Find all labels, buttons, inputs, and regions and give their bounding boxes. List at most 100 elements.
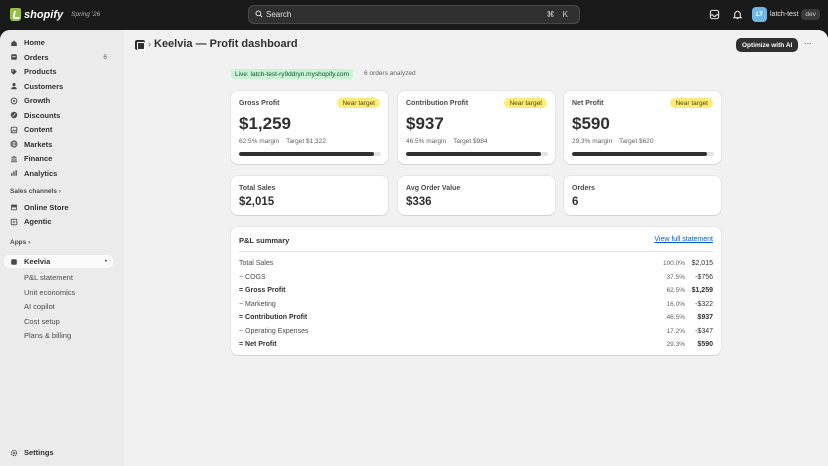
contribution-profit-card: Contribution Profit Near target $937 46.… — [398, 91, 555, 164]
view-full-statement-link[interactable]: View full statement — [654, 236, 713, 243]
pin-icon[interactable]: • — [105, 258, 107, 265]
metric-value: $1,259 — [239, 114, 291, 133]
sidebar-item-label: Markets — [24, 139, 53, 149]
sidebar-item-label: Products — [24, 67, 57, 76]
sidebar-item-finance[interactable]: Finance — [4, 152, 113, 165]
chevron-right-icon: › — [148, 39, 151, 49]
sidebar-item-settings[interactable]: Settings — [4, 446, 113, 459]
subnav-pl-statement[interactable]: P&L statement — [24, 273, 73, 282]
sidebar-item-growth[interactable]: Growth — [4, 94, 113, 107]
search-icon — [255, 10, 263, 18]
apps-heading[interactable]: Apps › — [10, 239, 30, 246]
sidebar-item-analytics[interactable]: Analytics — [4, 167, 113, 180]
subnav-plans-billing[interactable]: Plans & billing — [24, 331, 71, 340]
store-icon — [10, 204, 18, 211]
metric-value: $937 — [406, 114, 444, 133]
total-sales-card: Total Sales $2,015 — [231, 176, 388, 215]
target-icon — [10, 97, 18, 104]
bank-icon — [10, 155, 18, 162]
subnav-unit-economics[interactable]: Unit economics — [24, 288, 75, 297]
live-store-badge: Live: latch-test-ry9ddryn.myshopify.com — [231, 69, 354, 79]
optimize-with-ai-button[interactable]: Optimize with AI — [736, 38, 799, 52]
search-shortcut: ⌘ K — [546, 10, 571, 19]
sidebar-item-discounts[interactable]: Discounts — [4, 109, 113, 122]
sidebar-item-keelvia[interactable]: Keelvia • — [4, 255, 113, 268]
pl-row-amount: -$322 — [695, 300, 713, 308]
status-badge: Near target — [504, 98, 547, 108]
sidebar-item-content[interactable]: Content — [4, 123, 113, 136]
pl-summary-card: P&L summary View full statement Total Sa… — [231, 227, 721, 355]
bell-icon[interactable] — [732, 9, 743, 20]
pl-row: − Operating Expenses 17.2% -$347 — [239, 326, 713, 339]
sidebar-item-label: Agentic — [24, 217, 52, 226]
page-title: Keelvia — Profit dashboard — [154, 38, 298, 50]
tag-icon — [11, 68, 17, 75]
metric-target: Target $620 — [619, 138, 654, 145]
sidebar-item-label: Analytics — [24, 168, 58, 178]
pl-row: = Net Profit 29.3% $590 — [239, 339, 713, 352]
pl-row-percent: 46.5% — [666, 314, 685, 321]
progress-bar — [406, 152, 548, 156]
sidebar-item-label: Discounts — [24, 110, 61, 120]
sidebar-item-orders[interactable]: Orders 6 — [4, 51, 113, 64]
pl-row-label: = Gross Profit — [239, 287, 286, 294]
pl-row: Total Sales 100.0% $2,015 — [239, 258, 713, 271]
progress-fill — [572, 152, 707, 156]
subnav-ai-copilot[interactable]: AI copilot — [24, 302, 55, 311]
pl-row-label: − Marketing — [239, 300, 276, 308]
progress-bar — [239, 152, 381, 156]
more-actions-button[interactable]: ··· — [804, 38, 812, 49]
person-icon — [11, 82, 17, 90]
progress-fill — [406, 152, 541, 156]
search-placeholder: Search — [266, 10, 292, 19]
status-badge: Near target — [670, 98, 713, 108]
status-badge: Near target — [337, 98, 380, 108]
progress-fill — [239, 152, 374, 156]
pl-row: − COGS 37.5% -$756 — [239, 272, 713, 285]
top-bar: shopify Spring '26 Search ⌘ K LT latch-t… — [0, 0, 828, 30]
orders-count-badge: 6 — [103, 53, 107, 61]
metric-value: $590 — [572, 114, 610, 133]
pl-row-label: = Contribution Profit — [239, 314, 308, 321]
pl-row-percent: 16.0% — [666, 300, 685, 308]
pl-row-amount: $2,015 — [691, 260, 713, 267]
sidebar-item-label: Content — [24, 125, 53, 134]
shopify-logo[interactable]: shopify Spring '26 — [10, 8, 100, 21]
sidebar-item-markets[interactable]: Markets — [4, 138, 113, 151]
metric-margin: 29.3% margin — [572, 138, 613, 145]
app-icon — [11, 258, 17, 265]
pl-row-label: Total Sales — [239, 260, 274, 267]
sales-channels-heading[interactable]: Sales channels › — [10, 188, 61, 195]
sidebar-item-online-store[interactable]: Online Store — [4, 201, 113, 214]
pl-row-label: = Net Profit — [239, 341, 277, 348]
avg-order-value-card: Avg Order Value $336 — [398, 176, 555, 215]
sales-channels-label: Sales channels — [10, 188, 57, 195]
inbox-icon[interactable] — [709, 9, 720, 20]
apps-label: Apps — [10, 239, 27, 246]
pl-row-amount: $937 — [697, 314, 713, 321]
metric-label: Gross Profit — [239, 100, 280, 107]
chevron-right-icon: › — [58, 188, 61, 195]
orders-analyzed-text: 6 orders analyzed — [364, 70, 416, 77]
sidebar-item-home[interactable]: Home — [4, 36, 113, 49]
store-menu[interactable]: LT latch-test dev — [752, 6, 820, 23]
pl-summary-title: P&L summary — [239, 236, 290, 245]
sidebar-item-label: Customers — [24, 81, 64, 91]
orders-card: Orders 6 — [564, 176, 721, 215]
sidebar-item-products[interactable]: Products — [4, 65, 113, 78]
search-bar[interactable]: Search ⌘ K — [248, 5, 580, 24]
stat-value: 6 — [572, 196, 579, 208]
orders-icon — [11, 54, 17, 60]
subnav-cost-setup[interactable]: Cost setup — [24, 317, 60, 326]
metric-target: Target $984 — [453, 138, 488, 145]
brand-name: shopify — [24, 8, 64, 21]
stat-label: Orders — [572, 185, 595, 192]
stat-label: Avg Order Value — [406, 185, 461, 192]
pl-row-amount: $590 — [697, 341, 713, 348]
pl-row-amount: -$756 — [695, 273, 713, 281]
sidebar-item-agentic[interactable]: Agentic — [4, 215, 113, 228]
sidebar-item-label: Keelvia — [24, 257, 51, 266]
pl-row-label: − Operating Expenses — [239, 327, 309, 335]
sidebar-item-customers[interactable]: Customers — [4, 80, 113, 93]
pl-row-percent: 37.5% — [666, 273, 685, 281]
